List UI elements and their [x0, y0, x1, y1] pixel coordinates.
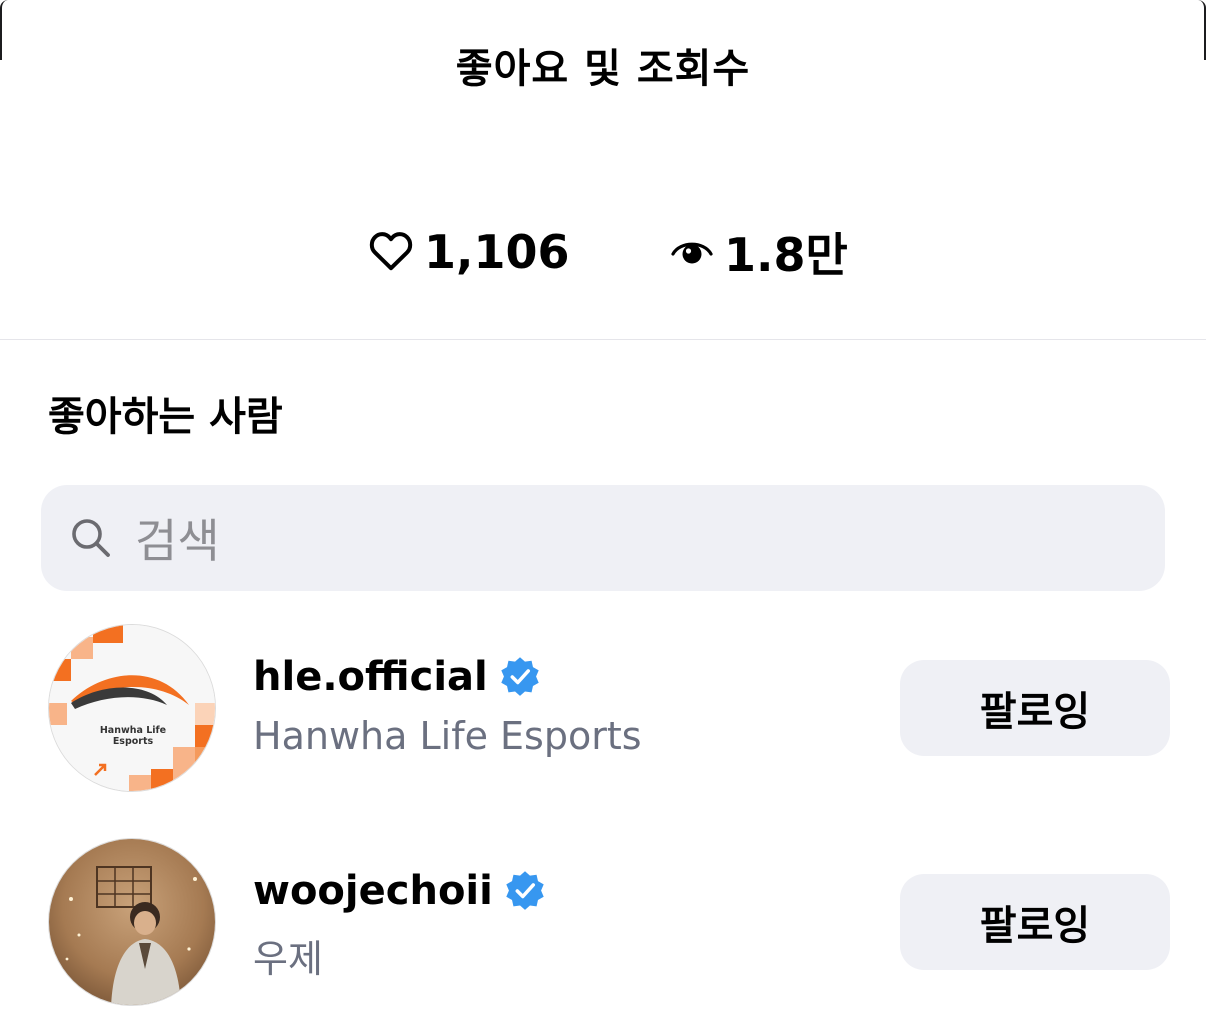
username-line: woojechoii [253, 868, 547, 914]
heart-icon [368, 229, 414, 275]
username[interactable]: hle.official [253, 654, 488, 700]
username-line: hle.official [253, 654, 542, 700]
following-button[interactable]: 팔로잉 [900, 660, 1170, 756]
views-count: 1.8만 [724, 228, 848, 282]
following-button[interactable]: 팔로잉 [900, 874, 1170, 970]
stats-bar: 1,106 1.8만 [0, 222, 1206, 282]
display-name: Hanwha Life Esports [253, 714, 642, 758]
svg-text:Esports: Esports [113, 736, 154, 747]
display-name: 우제 [253, 937, 323, 981]
username[interactable]: woojechoii [253, 868, 493, 914]
likes-stat[interactable]: 1,106 [368, 222, 570, 282]
sheet-title: 좋아요 및 조회수 [455, 46, 751, 92]
verified-badge-icon [503, 869, 547, 913]
list-item[interactable]: woojechoii 우제 팔로잉 [0, 838, 1206, 1008]
search-placeholder: 검색 [135, 514, 220, 568]
likes-views-sheet: 좋아요 및 조회수 1,106 1.8만 좋아하는 사람 검색 Hanwha L… [0, 0, 1206, 1027]
likers-section-title: 좋아하는 사람 [48, 394, 283, 440]
divider [0, 339, 1206, 340]
svg-text:Hanwha Life: Hanwha Life [100, 725, 166, 736]
likes-count: 1,106 [424, 225, 570, 279]
search-input[interactable]: 검색 [41, 485, 1165, 591]
avatar[interactable]: Hanwha Life Esports [48, 624, 216, 792]
search-icon [69, 516, 113, 560]
verified-badge-icon [498, 655, 542, 699]
avatar[interactable] [48, 838, 216, 1006]
eye-icon [670, 233, 714, 271]
list-item[interactable]: Hanwha Life Esports hle.official Hanwha … [0, 624, 1206, 794]
views-stat[interactable]: 1.8만 [670, 222, 848, 282]
